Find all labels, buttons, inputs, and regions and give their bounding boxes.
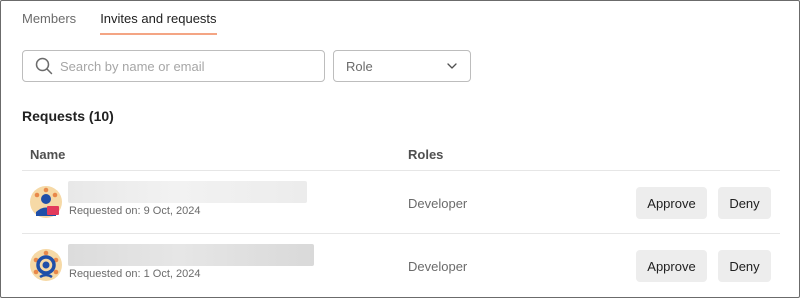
workspace-members-panel: Members Invites and requests Role Reques…	[0, 0, 800, 298]
approve-button[interactable]: Approve	[636, 250, 707, 282]
table-row: Requested on: 9 Oct, 2024 Developer Appr…	[22, 172, 780, 234]
tab-invites-and-requests[interactable]: Invites and requests	[100, 11, 217, 35]
blurred-user-name	[68, 181, 307, 203]
search-box[interactable]	[22, 50, 325, 82]
column-header-name: Name	[30, 147, 66, 162]
approve-button[interactable]: Approve	[636, 187, 707, 219]
requests-heading: Requests (10)	[22, 108, 114, 124]
chevron-down-icon	[447, 63, 457, 69]
role-text: Developer	[408, 259, 468, 274]
avatar	[30, 186, 62, 218]
avatar	[30, 249, 62, 281]
search-icon	[35, 57, 53, 75]
search-input[interactable]	[60, 58, 300, 74]
table-header: Name Roles	[22, 139, 780, 171]
requested-date: Requested on: 1 Oct, 2024	[69, 268, 201, 280]
tab-bar: Members Invites and requests	[22, 11, 217, 35]
requested-date: Requested on: 9 Oct, 2024	[69, 205, 201, 217]
role-text: Developer	[408, 196, 468, 211]
role-filter-dropdown[interactable]: Role	[333, 50, 471, 82]
column-header-roles: Roles	[408, 147, 444, 162]
blurred-user-name	[68, 244, 314, 266]
deny-button[interactable]: Deny	[718, 250, 771, 282]
role-filter-value: Role	[346, 58, 373, 74]
tab-members[interactable]: Members	[22, 11, 76, 35]
deny-button[interactable]: Deny	[718, 187, 771, 219]
table-row: Requested on: 1 Oct, 2024 Developer Appr…	[22, 235, 780, 297]
